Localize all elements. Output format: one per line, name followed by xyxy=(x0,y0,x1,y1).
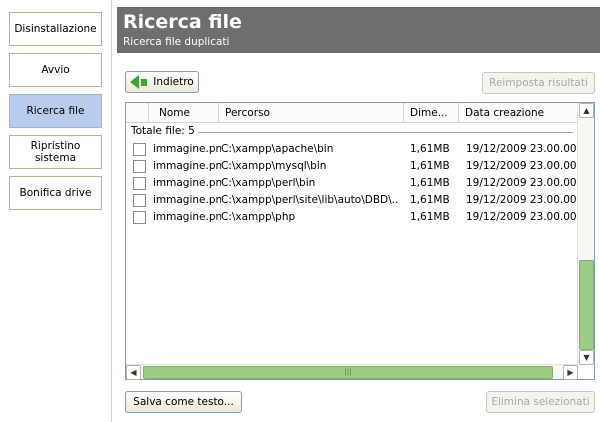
row-checkbox[interactable] xyxy=(133,177,146,190)
row-checkbox[interactable] xyxy=(133,160,146,173)
delete-selected-label: Elimina selezionati xyxy=(491,396,590,408)
back-arrow-icon xyxy=(130,75,140,89)
table-row[interactable]: immagine.png C:\xampp\php 1,61MB 19/12/2… xyxy=(126,209,578,226)
horizontal-scroll-thumb[interactable]: ||| xyxy=(143,366,553,379)
page-header: Ricerca file Ricerca file duplicati xyxy=(117,7,600,53)
column-dimensione[interactable]: Dime... xyxy=(404,103,459,123)
row-date: 19/12/2009 23.00.00 xyxy=(466,194,577,206)
row-name: immagine.png xyxy=(153,177,221,189)
page-title: Ricerca file xyxy=(123,11,242,33)
reset-results-label: Reimposta risultati xyxy=(489,77,588,89)
row-path: C:\xampp\php xyxy=(221,211,296,223)
group-divider xyxy=(198,132,573,133)
sidebar-item-ricerca-file[interactable]: Ricerca file xyxy=(9,94,102,128)
row-size: 1,61MB xyxy=(410,177,450,189)
column-data-creazione[interactable]: Data creazione xyxy=(459,103,578,123)
vertical-scroll-thumb[interactable] xyxy=(579,260,594,350)
column-percorso[interactable]: Percorso xyxy=(219,103,404,123)
table-row[interactable]: immagine.png C:\xampp\perl\bin 1,61MB 19… xyxy=(126,175,578,192)
duplicate-file-list[interactable]: Nome Percorso Dime... Data creazione Tot… xyxy=(125,102,595,380)
row-size: 1,61MB xyxy=(410,194,450,206)
save-as-text-label: Salva come testo... xyxy=(133,396,234,408)
sidebar-item-ripristino-sistema[interactable]: Ripristino sistema xyxy=(9,135,102,169)
page-subtitle: Ricerca file duplicati xyxy=(123,36,230,48)
reset-results-button[interactable]: Reimposta risultati xyxy=(482,72,595,94)
row-name: immagine.png xyxy=(153,160,221,172)
row-size: 1,61MB xyxy=(410,143,450,155)
row-checkbox[interactable] xyxy=(133,211,146,224)
vertical-scrollbar[interactable]: ▲ ▼ xyxy=(577,103,594,365)
sidebar-item-bonifica-drive[interactable]: Bonifica drive xyxy=(9,176,102,210)
row-checkbox[interactable] xyxy=(133,143,146,156)
scroll-left-icon[interactable]: ◀ xyxy=(126,365,141,380)
row-path: C:\xampp\perl\site\lib\auto\DBD\... xyxy=(221,194,399,206)
row-path: C:\xampp\mysql\bin xyxy=(221,160,327,172)
column-nome[interactable]: Nome xyxy=(149,103,219,123)
horizontal-scrollbar[interactable]: ◀ ||| ▶ xyxy=(126,364,578,380)
row-size: 1,61MB xyxy=(410,211,450,223)
save-as-text-button[interactable]: Salva come testo... xyxy=(125,391,242,413)
row-name: immagine.png xyxy=(153,143,221,155)
row-name: immagine.png xyxy=(153,194,221,206)
sidebar-item-disinstallazione[interactable]: Disinstallazione xyxy=(9,12,102,46)
delete-selected-button[interactable]: Elimina selezionati xyxy=(486,391,595,413)
sidebar-item-avvio[interactable]: Avvio xyxy=(9,53,102,87)
row-date: 19/12/2009 23.00.00 xyxy=(466,143,577,155)
table-row[interactable]: immagine.png C:\xampp\mysql\bin 1,61MB 1… xyxy=(126,158,578,175)
group-total-label: Totale file: 5 xyxy=(131,125,195,137)
row-size: 1,61MB xyxy=(410,160,450,172)
table-row[interactable]: immagine.png C:\xampp\apache\bin 1,61MB … xyxy=(126,141,578,158)
row-name: immagine.png xyxy=(153,211,221,223)
row-date: 19/12/2009 23.00.00 xyxy=(466,211,577,223)
row-checkbox[interactable] xyxy=(133,194,146,207)
back-button-label: Indietro xyxy=(153,76,194,88)
table-row[interactable]: immagine.png C:\xampp\perl\site\lib\auto… xyxy=(126,192,578,209)
row-date: 19/12/2009 23.00.00 xyxy=(466,160,577,172)
row-date: 19/12/2009 23.00.00 xyxy=(466,177,577,189)
row-path: C:\xampp\apache\bin xyxy=(221,143,334,155)
scroll-down-icon[interactable]: ▼ xyxy=(579,350,594,365)
row-path: C:\xampp\perl\bin xyxy=(221,177,316,189)
scroll-up-icon[interactable]: ▲ xyxy=(579,103,594,118)
column-header: Nome Percorso Dime... Data creazione xyxy=(126,103,578,123)
sidebar: Disinstallazione Avvio Ricerca file Ripr… xyxy=(0,0,112,422)
scroll-right-icon[interactable]: ▶ xyxy=(563,365,578,380)
back-button[interactable]: Indietro xyxy=(125,71,199,93)
